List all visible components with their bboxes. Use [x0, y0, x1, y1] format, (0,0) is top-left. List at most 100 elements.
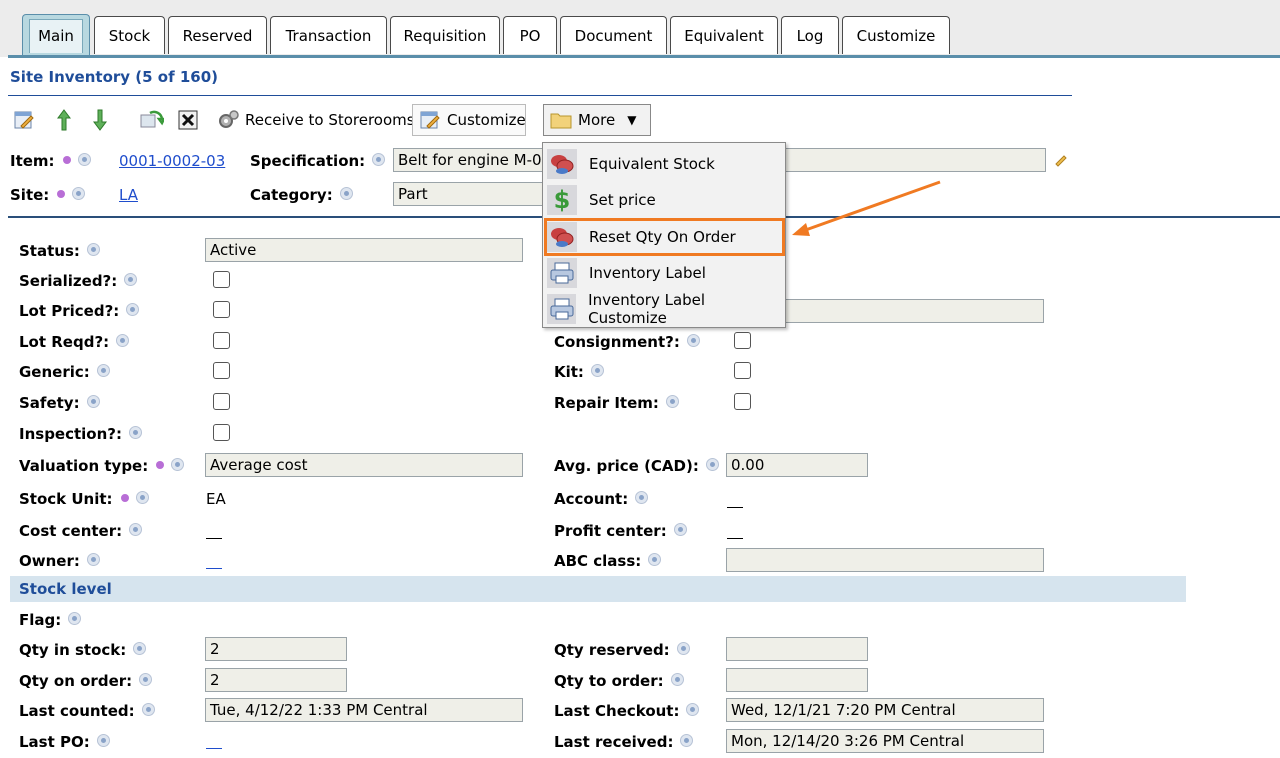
avg-price-field[interactable]: 0.00	[726, 453, 868, 477]
repair-item-checkbox[interactable]	[734, 393, 751, 410]
kit-checkbox[interactable]	[734, 362, 751, 379]
consignment-checkbox[interactable]	[734, 332, 751, 349]
menu-item-label: Inventory Label	[589, 264, 706, 282]
info-icon[interactable]	[96, 734, 110, 747]
info-icon[interactable]	[86, 243, 100, 256]
last-received-field[interactable]: Mon, 12/14/20 3:26 PM Central	[726, 729, 1044, 753]
info-icon[interactable]	[126, 303, 140, 316]
tab-po[interactable]: PO	[503, 16, 557, 54]
arrow-down-icon[interactable]	[88, 108, 112, 132]
info-icon[interactable]	[68, 612, 82, 625]
required-dot-icon	[62, 155, 71, 164]
site-link[interactable]: LA	[119, 186, 138, 204]
caret-down-icon: ▼	[627, 113, 637, 127]
lot-reqd-checkbox[interactable]	[213, 332, 230, 349]
safety-label: Safety:	[19, 394, 80, 412]
owner-link[interactable]	[206, 568, 222, 569]
menu-item-label: Equivalent Stock	[589, 155, 715, 173]
abc-class-label-wrap: ABC class:	[554, 552, 662, 570]
tab-requisition[interactable]: Requisition	[390, 16, 500, 54]
receive-to-storerooms-button[interactable]: Receive to Storerooms	[210, 104, 422, 136]
qty-in-stock-field[interactable]: 2	[205, 637, 347, 661]
receive-label: Receive to Storerooms	[245, 111, 415, 129]
lot-priced-checkbox[interactable]	[213, 301, 230, 318]
info-icon[interactable]	[670, 673, 684, 686]
account-label-wrap: Account:	[554, 490, 649, 508]
info-icon[interactable]	[133, 642, 147, 655]
qty-on-order-field[interactable]: 2	[205, 668, 347, 692]
info-icon[interactable]	[171, 458, 185, 471]
tab-reserved[interactable]: Reserved	[168, 16, 267, 54]
abc-class-field[interactable]	[726, 548, 1044, 572]
menu-item-equivalent-stock[interactable]: Equivalent Stock	[545, 147, 783, 181]
tab-label: Main	[29, 19, 83, 53]
stock-icon	[547, 149, 577, 179]
info-icon[interactable]	[72, 187, 86, 200]
lot-priced-label-wrap: Lot Priced?:	[19, 302, 140, 320]
status-field[interactable]: Active	[205, 238, 523, 262]
arrow-up-icon[interactable]	[52, 108, 76, 132]
info-icon[interactable]	[96, 364, 110, 377]
info-icon[interactable]	[339, 187, 353, 200]
qty-in-stock-label-wrap: Qty in stock:	[19, 641, 147, 659]
info-icon[interactable]	[648, 553, 662, 566]
info-icon[interactable]	[135, 491, 149, 504]
info-icon[interactable]	[129, 426, 142, 439]
info-icon[interactable]	[124, 273, 138, 286]
info-icon[interactable]	[635, 491, 649, 504]
customize-button[interactable]: Customize	[412, 104, 526, 136]
edit-icon[interactable]	[12, 108, 36, 132]
info-icon[interactable]	[705, 458, 719, 471]
more-button[interactable]: More ▼	[543, 104, 651, 136]
info-icon[interactable]	[141, 703, 155, 716]
serialized-checkbox[interactable]	[213, 271, 230, 288]
section-underline	[8, 95, 1072, 96]
category-field[interactable]: Part	[393, 182, 546, 206]
qty-on-order-label-wrap: Qty on order:	[19, 672, 153, 690]
close-icon[interactable]	[176, 108, 200, 132]
stock-level-title: Stock level	[19, 580, 112, 598]
tab-equivalent[interactable]: Equivalent	[670, 16, 778, 54]
tab-transaction[interactable]: Transaction	[270, 16, 387, 54]
gear-icon	[217, 109, 239, 131]
account-empty	[727, 507, 743, 508]
qty-reserved-field[interactable]	[726, 637, 868, 661]
qty-to-order-field[interactable]	[726, 668, 868, 692]
info-icon[interactable]	[116, 334, 130, 347]
refresh-icon[interactable]	[140, 108, 164, 132]
tab-customize[interactable]: Customize	[842, 16, 950, 54]
info-icon[interactable]	[372, 153, 386, 166]
last-counted-field[interactable]: Tue, 4/12/22 1:33 PM Central	[205, 698, 523, 722]
info-icon[interactable]	[129, 523, 143, 536]
safety-checkbox[interactable]	[213, 393, 230, 410]
info-icon[interactable]	[86, 395, 100, 408]
last-po-link[interactable]	[206, 748, 222, 749]
info-icon[interactable]	[665, 395, 679, 408]
info-icon[interactable]	[590, 364, 604, 377]
info-icon[interactable]	[77, 153, 91, 166]
inspection-checkbox[interactable]	[213, 424, 230, 441]
info-icon[interactable]	[673, 523, 687, 536]
menu-item-inventory-label-customize[interactable]: Inventory Label Customize	[545, 291, 783, 327]
tab-stock[interactable]: Stock	[94, 16, 165, 54]
info-icon[interactable]	[139, 673, 153, 686]
last-checkout-field[interactable]: Wed, 12/1/21 7:20 PM Central	[726, 698, 1044, 722]
tab-log[interactable]: Log	[781, 16, 839, 54]
item-link[interactable]: 0001-0002-03	[119, 152, 225, 170]
valuation-field[interactable]: Average cost	[205, 453, 523, 477]
info-icon[interactable]	[686, 703, 700, 716]
info-icon[interactable]	[86, 553, 100, 566]
tab-main[interactable]: Main	[22, 14, 90, 56]
consignment-label-wrap: Consignment?:	[554, 333, 700, 351]
menu-item-inventory-label[interactable]: Inventory Label	[545, 256, 783, 290]
pencil-icon[interactable]	[1053, 151, 1069, 167]
generic-checkbox[interactable]	[213, 362, 230, 379]
info-icon[interactable]	[686, 334, 700, 347]
tab-document[interactable]: Document	[560, 16, 667, 54]
account-label: Account:	[554, 490, 629, 508]
info-icon[interactable]	[676, 642, 690, 655]
menu-item-set-price[interactable]: $ Set price	[545, 183, 783, 217]
info-icon[interactable]	[680, 734, 694, 747]
qty-reserved-label: Qty reserved:	[554, 641, 670, 659]
item-label-wrap: Item:	[10, 152, 91, 170]
